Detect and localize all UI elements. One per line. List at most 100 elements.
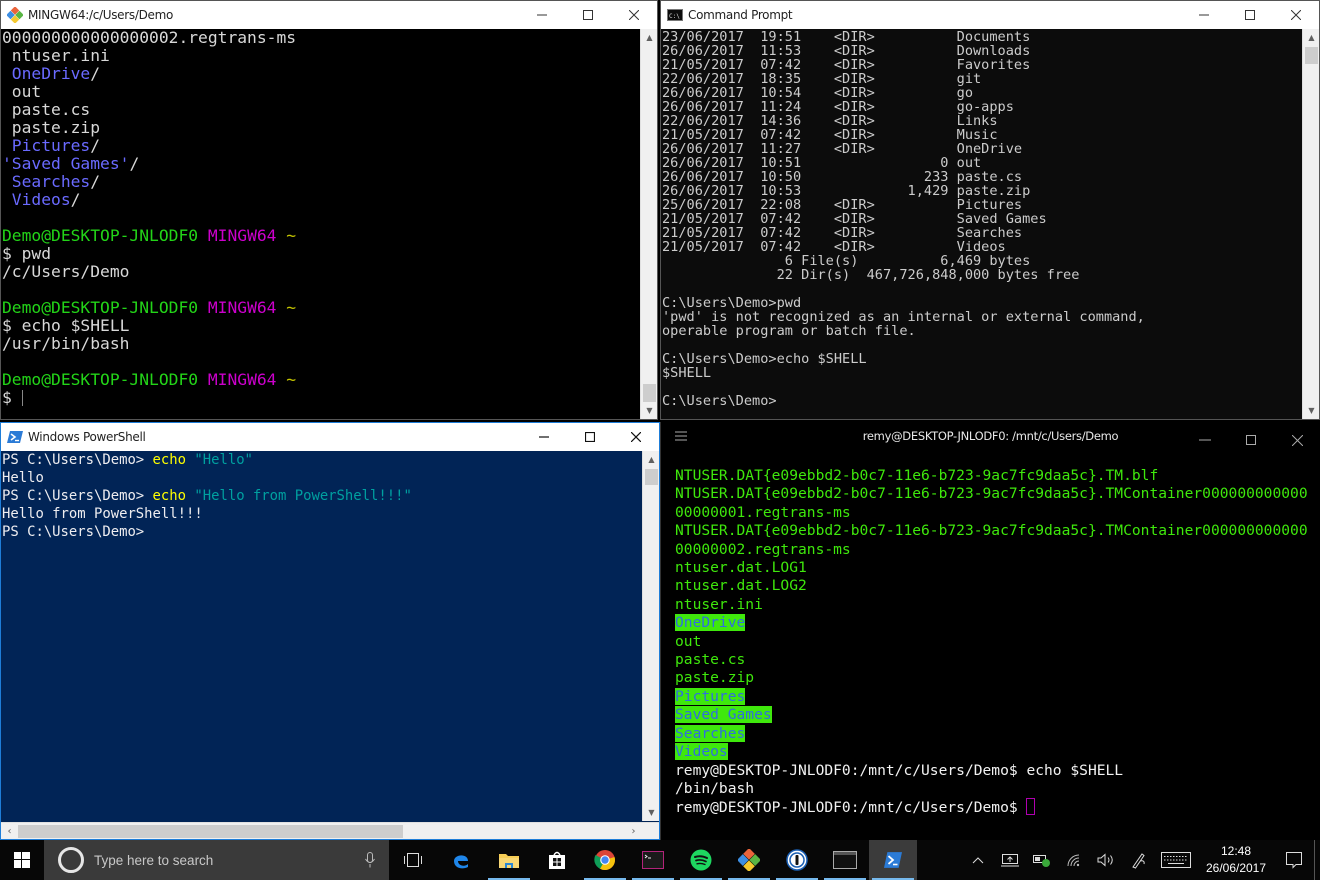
terminal-line: Demo@DESKTOP-JNLODF0 MINGW64 ~ bbox=[2, 371, 640, 389]
close-button[interactable] bbox=[1274, 426, 1320, 454]
terminal-text: MINGW64 bbox=[207, 298, 287, 317]
tray-onedrive-upload[interactable] bbox=[994, 840, 1026, 880]
powershell-titlebar[interactable]: Windows PowerShell bbox=[1, 423, 659, 451]
tray-touch-keyboard[interactable] bbox=[1154, 840, 1198, 880]
close-button[interactable] bbox=[611, 1, 657, 29]
terminal-line: /bin/bash bbox=[675, 780, 1310, 798]
scrollbar-thumb[interactable] bbox=[1305, 47, 1318, 64]
mingw64-terminal-output[interactable]: 000000000000000002.regtrans-ms ntuser.in… bbox=[1, 29, 640, 419]
terminal-text: $ bbox=[2, 388, 22, 407]
powershell-horizontal-scrollbar[interactable]: ‹ › bbox=[1, 822, 659, 839]
scroll-up-arrow-icon[interactable]: ▲ bbox=[643, 451, 659, 468]
terminal-line: 21/05/2017 07:42 <DIR> Music bbox=[662, 127, 998, 143]
store-icon bbox=[549, 851, 565, 869]
tray-volume[interactable] bbox=[1090, 840, 1122, 880]
scroll-down-arrow-icon[interactable]: ▼ bbox=[1303, 402, 1319, 419]
tray-windows-ink[interactable] bbox=[1122, 840, 1154, 880]
mingw64-vertical-scrollbar[interactable]: ▲ ▼ bbox=[640, 29, 657, 419]
scroll-down-arrow-icon[interactable]: ▼ bbox=[643, 804, 659, 821]
terminal-line: Demo@DESKTOP-JNLODF0 MINGW64 ~ bbox=[2, 299, 640, 317]
edge-icon bbox=[454, 855, 468, 869]
terminal-text: $ echo $SHELL bbox=[2, 316, 130, 335]
command-prompt-terminal-output[interactable]: 23/06/2017 19:51 <DIR> Documents 26/06/20… bbox=[661, 29, 1302, 419]
maximize-button[interactable] bbox=[565, 1, 611, 29]
terminal-text: PS C:\Users\Demo> bbox=[2, 488, 153, 504]
cmd-vertical-scrollbar[interactable]: ▲ ▼ bbox=[1302, 29, 1319, 419]
scroll-up-arrow-icon[interactable]: ▲ bbox=[641, 29, 657, 46]
taskbar-app-edge[interactable] bbox=[437, 840, 485, 880]
terminal-line: 26/06/2017 11:53 <DIR> Downloads bbox=[662, 43, 1031, 59]
wsl-terminal-output[interactable]: NTUSER.DAT{e09ebbd2-b0c7-11e6-b723-9ac7f… bbox=[675, 467, 1310, 840]
taskbar-search-box[interactable]: Type here to search bbox=[44, 840, 389, 880]
minimize-button[interactable] bbox=[521, 423, 567, 451]
tray-battery-settings[interactable] bbox=[1026, 840, 1058, 880]
terminal-text: ntuser.ini bbox=[2, 46, 110, 65]
terminal-text: / bbox=[90, 64, 101, 83]
taskbar-app-store[interactable] bbox=[533, 840, 581, 880]
maximize-button[interactable] bbox=[1228, 426, 1274, 454]
terminal-line: 23/06/2017 19:51 <DIR> Documents bbox=[662, 29, 1031, 45]
terminal-line: Searches bbox=[675, 724, 1310, 743]
taskbar-app-spotify[interactable] bbox=[677, 840, 725, 880]
minimize-button[interactable] bbox=[1181, 1, 1227, 29]
taskbar-app-chrome[interactable] bbox=[581, 840, 629, 880]
scrollbar-thumb[interactable] bbox=[18, 825, 403, 838]
task-view-icon bbox=[404, 853, 422, 867]
terminal-line: ntuser.ini bbox=[2, 47, 640, 65]
terminal-text: / bbox=[90, 172, 101, 191]
terminal-line: OneDrive/ bbox=[2, 65, 640, 83]
taskbar-app-command-prompt[interactable] bbox=[821, 840, 869, 880]
minimize-button[interactable] bbox=[1182, 426, 1228, 454]
minimize-button[interactable] bbox=[519, 1, 565, 29]
command-prompt-titlebar[interactable]: C:\ Command Prompt bbox=[661, 1, 1319, 29]
taskbar-clock[interactable]: 12:48 26/06/2017 bbox=[1198, 843, 1274, 877]
terminal-text: OneDrive bbox=[2, 64, 91, 83]
powershell-terminal-output[interactable]: PS C:\Users\Demo> echo "Hello" Hello PS C:… bbox=[1, 451, 642, 821]
show-hidden-icons-button[interactable] bbox=[962, 840, 994, 880]
terminal-line: Pictures bbox=[675, 687, 1310, 706]
maximize-button[interactable] bbox=[1227, 1, 1273, 29]
terminal-line: OneDrive bbox=[675, 614, 1310, 632]
microphone-icon[interactable] bbox=[365, 852, 375, 868]
taskbar-app-file-explorer[interactable] bbox=[485, 840, 533, 880]
terminal-line: ntuser.dat.LOG2 bbox=[675, 577, 1310, 595]
action-center-button[interactable] bbox=[1274, 840, 1314, 880]
terminal-line: Hello bbox=[2, 469, 642, 487]
scroll-down-arrow-icon[interactable]: ▼ bbox=[641, 402, 657, 419]
folder-icon bbox=[499, 854, 519, 868]
terminal-text: MINGW64 bbox=[207, 226, 287, 245]
taskbar-app-1password[interactable] bbox=[773, 840, 821, 880]
scroll-left-arrow-icon[interactable]: ‹ bbox=[1, 823, 18, 839]
window-title: MINGW64:/c/Users/Demo bbox=[28, 8, 174, 22]
taskbar-app-powershell[interactable] bbox=[869, 840, 917, 880]
close-icon bbox=[1291, 434, 1303, 446]
taskbar-app-wsl-terminal[interactable] bbox=[629, 840, 677, 880]
scroll-up-arrow-icon[interactable]: ▲ bbox=[1303, 29, 1319, 46]
terminal-text: ntuser.dat.LOG1 bbox=[675, 559, 807, 577]
show-desktop-button[interactable] bbox=[1314, 840, 1320, 880]
terminal-text: paste.zip bbox=[675, 669, 755, 687]
terminal-line: /usr/bin/bash bbox=[2, 335, 640, 353]
wsl-titlebar[interactable]: remy@DESKTOP-JNLODF0: /mnt/c/Users/Demo bbox=[661, 422, 1320, 450]
scroll-right-arrow-icon[interactable]: › bbox=[625, 823, 642, 839]
terminal-line: 21/05/2017 07:42 <DIR> Favorites bbox=[662, 57, 1031, 73]
maximize-button[interactable] bbox=[567, 423, 613, 451]
terminal-line: remy@DESKTOP-JNLODF0:/mnt/c/Users/Demo$ bbox=[675, 798, 1310, 817]
start-button[interactable] bbox=[0, 840, 44, 880]
terminal-line: ntuser.dat.LOG1 bbox=[675, 559, 1310, 577]
terminal-text: out bbox=[675, 632, 702, 650]
cortana-icon[interactable] bbox=[58, 847, 84, 873]
taskbar-app-git-bash[interactable] bbox=[725, 840, 773, 880]
window-title: Windows PowerShell bbox=[28, 430, 146, 444]
scrollbar-thumb[interactable] bbox=[643, 384, 656, 402]
close-button[interactable] bbox=[613, 423, 659, 451]
tray-network[interactable] bbox=[1058, 840, 1090, 880]
close-button[interactable] bbox=[1273, 1, 1319, 29]
powershell-vertical-scrollbar[interactable]: ▲ ▼ bbox=[642, 451, 659, 821]
maximize-icon bbox=[585, 432, 595, 442]
terminal-text: /bin/bash bbox=[675, 779, 755, 797]
task-view-button[interactable] bbox=[389, 840, 437, 880]
mingw64-titlebar[interactable]: MINGW64:/c/Users/Demo bbox=[1, 1, 657, 29]
scrollbar-thumb[interactable] bbox=[645, 469, 658, 485]
